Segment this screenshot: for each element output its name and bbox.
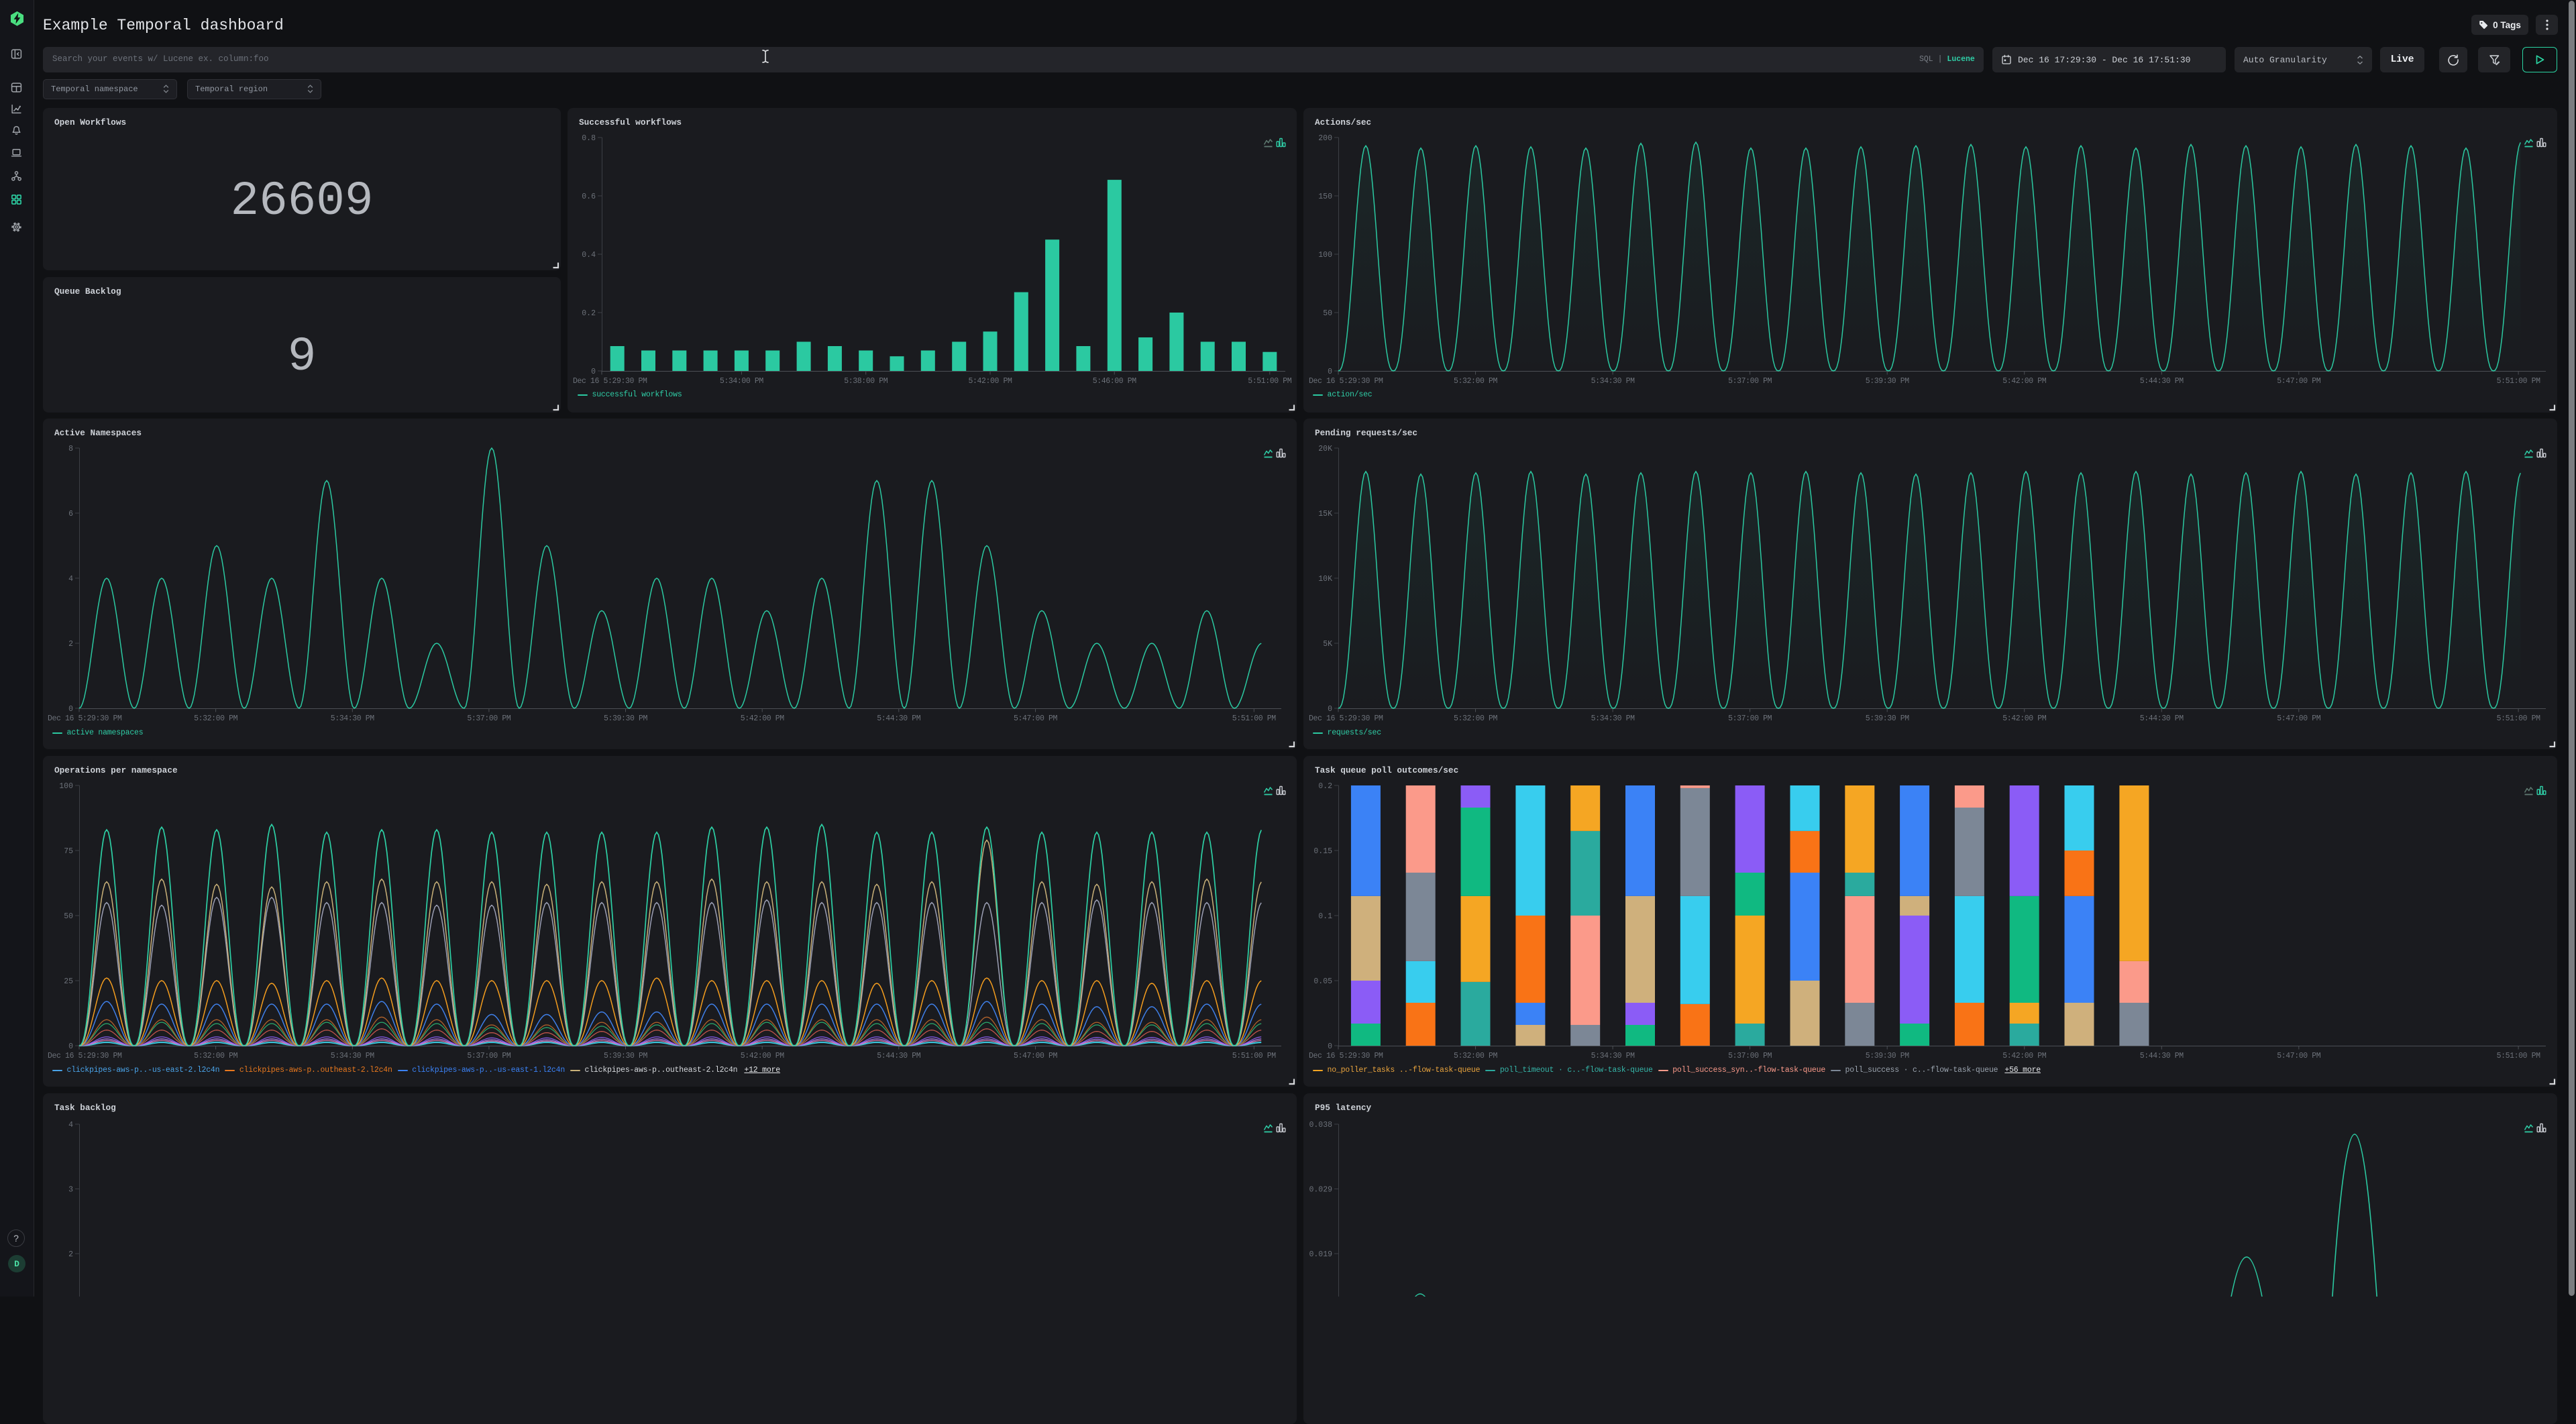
svg-text:5:44:30 PM: 5:44:30 PM	[877, 1052, 921, 1060]
svg-text:0.038: 0.038	[1309, 1121, 1332, 1130]
svg-text:50: 50	[64, 912, 73, 921]
svg-text:5:32:00 PM: 5:32:00 PM	[1454, 377, 1498, 386]
svg-text:Dec 16 5:29:30 PM: Dec 16 5:29:30 PM	[1309, 377, 1383, 386]
svg-text:5:37:00 PM: 5:37:00 PM	[1728, 377, 1772, 386]
svg-text:5:47:00 PM: 5:47:00 PM	[1014, 1052, 1058, 1060]
svg-text:5:39:30 PM: 5:39:30 PM	[604, 1052, 648, 1060]
svg-text:75: 75	[64, 847, 73, 856]
svg-text:5:44:30 PM: 5:44:30 PM	[877, 714, 921, 723]
svg-text:5:44:30 PM: 5:44:30 PM	[2140, 1052, 2184, 1060]
svg-text:5:39:30 PM: 5:39:30 PM	[1866, 714, 1910, 723]
svg-text:5:44:30 PM: 5:44:30 PM	[2140, 377, 2184, 386]
svg-text:5:51:00 PM: 5:51:00 PM	[1232, 714, 1277, 723]
svg-text:5:37:00 PM: 5:37:00 PM	[467, 714, 511, 723]
svg-text:5:39:30 PM: 5:39:30 PM	[1866, 1052, 1910, 1060]
svg-text:20K: 20K	[1318, 445, 1332, 453]
svg-text:5:42:00 PM: 5:42:00 PM	[968, 377, 1012, 386]
svg-text:5:51:00 PM: 5:51:00 PM	[1248, 377, 1292, 386]
svg-text:100: 100	[59, 782, 73, 791]
svg-text:0.6: 0.6	[582, 193, 596, 201]
svg-text:5:32:00 PM: 5:32:00 PM	[1454, 1052, 1498, 1060]
svg-text:0: 0	[1328, 368, 1332, 376]
svg-text:5:39:30 PM: 5:39:30 PM	[1866, 377, 1910, 386]
svg-text:5:51:00 PM: 5:51:00 PM	[1232, 1052, 1277, 1060]
svg-text:5:42:00 PM: 5:42:00 PM	[2002, 1052, 2047, 1060]
svg-text:Dec 16 5:29:30 PM: Dec 16 5:29:30 PM	[1309, 1052, 1383, 1060]
svg-text:100: 100	[1318, 251, 1332, 260]
svg-text:5:34:30 PM: 5:34:30 PM	[331, 714, 375, 723]
svg-text:5:39:30 PM: 5:39:30 PM	[604, 714, 648, 723]
svg-text:50: 50	[1323, 309, 1332, 318]
svg-text:0: 0	[1328, 1042, 1332, 1051]
svg-text:5:34:30 PM: 5:34:30 PM	[331, 1052, 375, 1060]
svg-text:5:34:30 PM: 5:34:30 PM	[1591, 1052, 1635, 1060]
svg-text:0: 0	[591, 368, 596, 376]
svg-text:0: 0	[68, 705, 73, 714]
svg-text:5:34:30 PM: 5:34:30 PM	[1591, 377, 1635, 386]
svg-text:0.8: 0.8	[582, 134, 596, 143]
svg-text:200: 200	[1318, 134, 1332, 143]
svg-text:10K: 10K	[1318, 575, 1332, 584]
svg-text:5:37:00 PM: 5:37:00 PM	[467, 1052, 511, 1060]
svg-text:25: 25	[64, 977, 73, 986]
svg-text:5:32:00 PM: 5:32:00 PM	[1454, 714, 1498, 723]
svg-text:150: 150	[1318, 193, 1332, 201]
svg-text:0.2: 0.2	[1318, 782, 1332, 791]
svg-text:5:51:00 PM: 5:51:00 PM	[2497, 714, 2541, 723]
svg-text:4: 4	[68, 1121, 73, 1130]
svg-text:5:32:00 PM: 5:32:00 PM	[194, 1052, 238, 1060]
svg-text:5:42:00 PM: 5:42:00 PM	[741, 1052, 785, 1060]
svg-text:Dec 16 5:29:30 PM: Dec 16 5:29:30 PM	[573, 377, 647, 386]
svg-text:0.4: 0.4	[582, 251, 596, 260]
svg-text:2: 2	[68, 1250, 73, 1259]
svg-text:3: 3	[68, 1186, 73, 1195]
svg-text:5:38:00 PM: 5:38:00 PM	[844, 377, 888, 386]
svg-text:5:32:00 PM: 5:32:00 PM	[194, 714, 238, 723]
svg-text:5:51:00 PM: 5:51:00 PM	[2497, 377, 2541, 386]
svg-text:6: 6	[68, 510, 73, 518]
svg-text:5:37:00 PM: 5:37:00 PM	[1728, 1052, 1772, 1060]
svg-text:0.15: 0.15	[1313, 847, 1332, 856]
svg-text:0.019: 0.019	[1309, 1250, 1332, 1259]
svg-text:5:47:00 PM: 5:47:00 PM	[2277, 1052, 2321, 1060]
svg-text:8: 8	[68, 445, 73, 453]
svg-text:5:44:30 PM: 5:44:30 PM	[2140, 714, 2184, 723]
svg-text:Dec 16 5:29:30 PM: Dec 16 5:29:30 PM	[48, 1052, 122, 1060]
svg-text:5:42:00 PM: 5:42:00 PM	[2002, 714, 2047, 723]
svg-text:5:47:00 PM: 5:47:00 PM	[2277, 714, 2321, 723]
svg-text:0: 0	[1328, 705, 1332, 714]
svg-text:5:34:30 PM: 5:34:30 PM	[1591, 714, 1635, 723]
svg-text:5:46:00 PM: 5:46:00 PM	[1093, 377, 1137, 386]
svg-text:5:47:00 PM: 5:47:00 PM	[1014, 714, 1058, 723]
svg-text:Dec 16 5:29:30 PM: Dec 16 5:29:30 PM	[1309, 714, 1383, 723]
svg-text:Dec 16 5:29:30 PM: Dec 16 5:29:30 PM	[48, 714, 122, 723]
svg-text:5K: 5K	[1323, 640, 1332, 649]
svg-text:0.029: 0.029	[1309, 1186, 1332, 1195]
svg-text:2: 2	[68, 640, 73, 649]
svg-text:5:51:00 PM: 5:51:00 PM	[2497, 1052, 2541, 1060]
svg-text:0.1: 0.1	[1318, 912, 1332, 921]
svg-text:5:42:00 PM: 5:42:00 PM	[2002, 377, 2047, 386]
svg-text:0.05: 0.05	[1313, 977, 1332, 986]
svg-text:5:34:00 PM: 5:34:00 PM	[720, 377, 764, 386]
svg-text:5:37:00 PM: 5:37:00 PM	[1728, 714, 1772, 723]
svg-text:0: 0	[68, 1042, 73, 1051]
svg-text:4: 4	[68, 575, 73, 584]
svg-text:0.2: 0.2	[582, 309, 596, 318]
svg-text:5:47:00 PM: 5:47:00 PM	[2277, 377, 2321, 386]
svg-text:15K: 15K	[1318, 510, 1332, 518]
svg-text:5:42:00 PM: 5:42:00 PM	[741, 714, 785, 723]
